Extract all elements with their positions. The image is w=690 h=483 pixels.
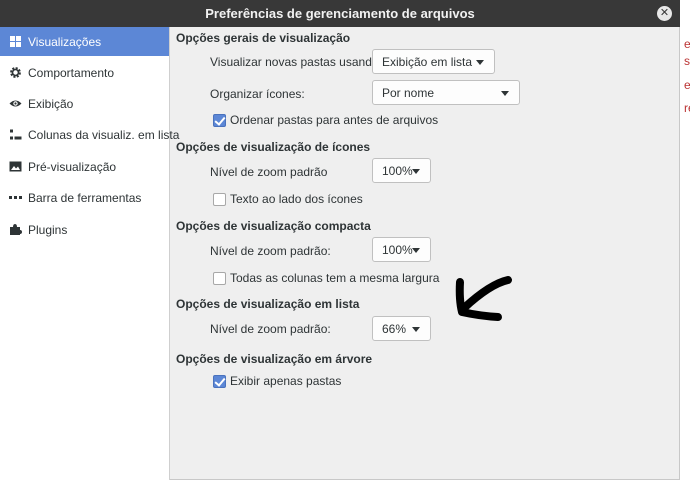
compact-zoom-label: Nível de zoom padrão: xyxy=(210,244,331,258)
eye-icon xyxy=(9,97,22,110)
preferences-window: Preferências de gerenciamento de arquivo… xyxy=(0,0,680,480)
icon-zoom-dropdown[interactable]: 100% xyxy=(372,158,431,183)
icon-view-section-title: Opções de visualização de ícones xyxy=(176,140,371,154)
sort-icons-dropdown[interactable]: Por nome xyxy=(372,80,520,105)
dropdown-value: Exibição em lista xyxy=(382,54,473,69)
puzzle-icon xyxy=(9,223,22,236)
tree-view-section-title: Opções de visualização em árvore xyxy=(176,352,373,366)
dropdown-value: 66% xyxy=(382,321,407,336)
dots-icon xyxy=(9,191,22,204)
same-width-columns-option[interactable]: Todas as colunas tem a mesma largura xyxy=(213,271,439,285)
compact-zoom-dropdown[interactable]: 100% xyxy=(372,237,431,262)
chevron-down-icon xyxy=(501,91,509,96)
sidebar-item-preview[interactable]: Pré-visualização xyxy=(0,152,169,181)
folders-first-option[interactable]: Ordenar pastas para antes de arquivos xyxy=(213,113,438,127)
chevron-down-icon xyxy=(412,327,420,332)
sidebar-item-label: Pré-visualização xyxy=(28,159,117,174)
folders-only-option[interactable]: Exibir apenas pastas xyxy=(213,374,341,388)
views-panel: Opções gerais de visualização Visualizar… xyxy=(171,27,680,480)
sidebar-item-label: Plugins xyxy=(28,222,68,237)
sidebar-item-behavior[interactable]: Comportamento xyxy=(0,58,169,87)
sidebar: Visualizações Comportamento Exibição Col… xyxy=(0,27,179,480)
gear-icon xyxy=(9,66,22,79)
dropdown-value: Por nome xyxy=(382,85,435,100)
folders-first-checkbox[interactable] xyxy=(213,113,226,127)
general-section-title: Opções gerais de visualização xyxy=(176,31,351,45)
background-text-fragment: re xyxy=(684,101,690,115)
compact-view-section-title: Opções de visualização compacta xyxy=(176,219,371,233)
annotation-arrow-icon xyxy=(455,276,512,321)
same-width-columns-label: Todas as colunas tem a mesma largura xyxy=(230,271,440,285)
icon-zoom-label: Nível de zoom padrão xyxy=(210,165,328,179)
grid-icon xyxy=(9,35,22,48)
list-icon xyxy=(9,128,22,141)
sidebar-item-toolbar[interactable]: Barra de ferramentas xyxy=(0,183,169,212)
sidebar-item-label: Exibição xyxy=(28,96,74,111)
list-zoom-label: Nível de zoom padrão: xyxy=(210,322,331,336)
sidebar-item-display[interactable]: Exibição xyxy=(0,89,169,118)
text-beside-icons-checkbox[interactable] xyxy=(213,192,226,206)
background-text-fragment: e xyxy=(684,37,690,51)
dropdown-value: 100% xyxy=(382,163,413,178)
text-beside-icons-option[interactable]: Texto ao lado dos ícones xyxy=(213,192,363,206)
title-bar[interactable]: Preferências de gerenciamento de arquivo… xyxy=(0,0,680,27)
new-folders-view-dropdown[interactable]: Exibição em lista xyxy=(372,49,495,74)
sidebar-item-label: Comportamento xyxy=(28,65,115,80)
chevron-down-icon xyxy=(412,248,420,253)
folders-only-label: Exibir apenas pastas xyxy=(230,374,342,388)
sidebar-item-views[interactable]: Visualizações xyxy=(0,27,169,56)
new-folders-label: Visualizar novas pastas usando: xyxy=(210,55,382,69)
background-text-fragment: e xyxy=(684,78,690,92)
sidebar-item-label: Visualizações xyxy=(28,34,102,49)
window-title: Preferências de gerenciamento de arquivo… xyxy=(205,6,475,21)
close-icon[interactable]: ✕ xyxy=(657,6,672,21)
sidebar-item-label: Colunas da visualiz. em lista xyxy=(28,127,180,142)
sort-icons-label: Organizar ícones: xyxy=(210,87,305,101)
image-icon xyxy=(9,160,22,173)
sidebar-item-label: Barra de ferramentas xyxy=(28,190,142,205)
list-zoom-dropdown[interactable]: 66% xyxy=(372,316,431,341)
text-beside-icons-label: Texto ao lado dos ícones xyxy=(230,192,363,206)
chevron-down-icon xyxy=(412,169,420,174)
list-view-section-title: Opções de visualização em lista xyxy=(176,297,360,311)
same-width-columns-checkbox[interactable] xyxy=(213,271,226,285)
background-text-fragment: s xyxy=(684,54,690,68)
background-window-edge: e s e re xyxy=(680,27,690,483)
dropdown-value: 100% xyxy=(382,242,413,257)
folders-first-label: Ordenar pastas para antes de arquivos xyxy=(230,113,439,127)
folders-only-checkbox[interactable] xyxy=(213,374,226,388)
chevron-down-icon xyxy=(476,60,484,65)
sidebar-item-plugins[interactable]: Plugins xyxy=(0,215,169,244)
sidebar-item-list-columns[interactable]: Colunas da visualiz. em lista xyxy=(0,120,179,149)
